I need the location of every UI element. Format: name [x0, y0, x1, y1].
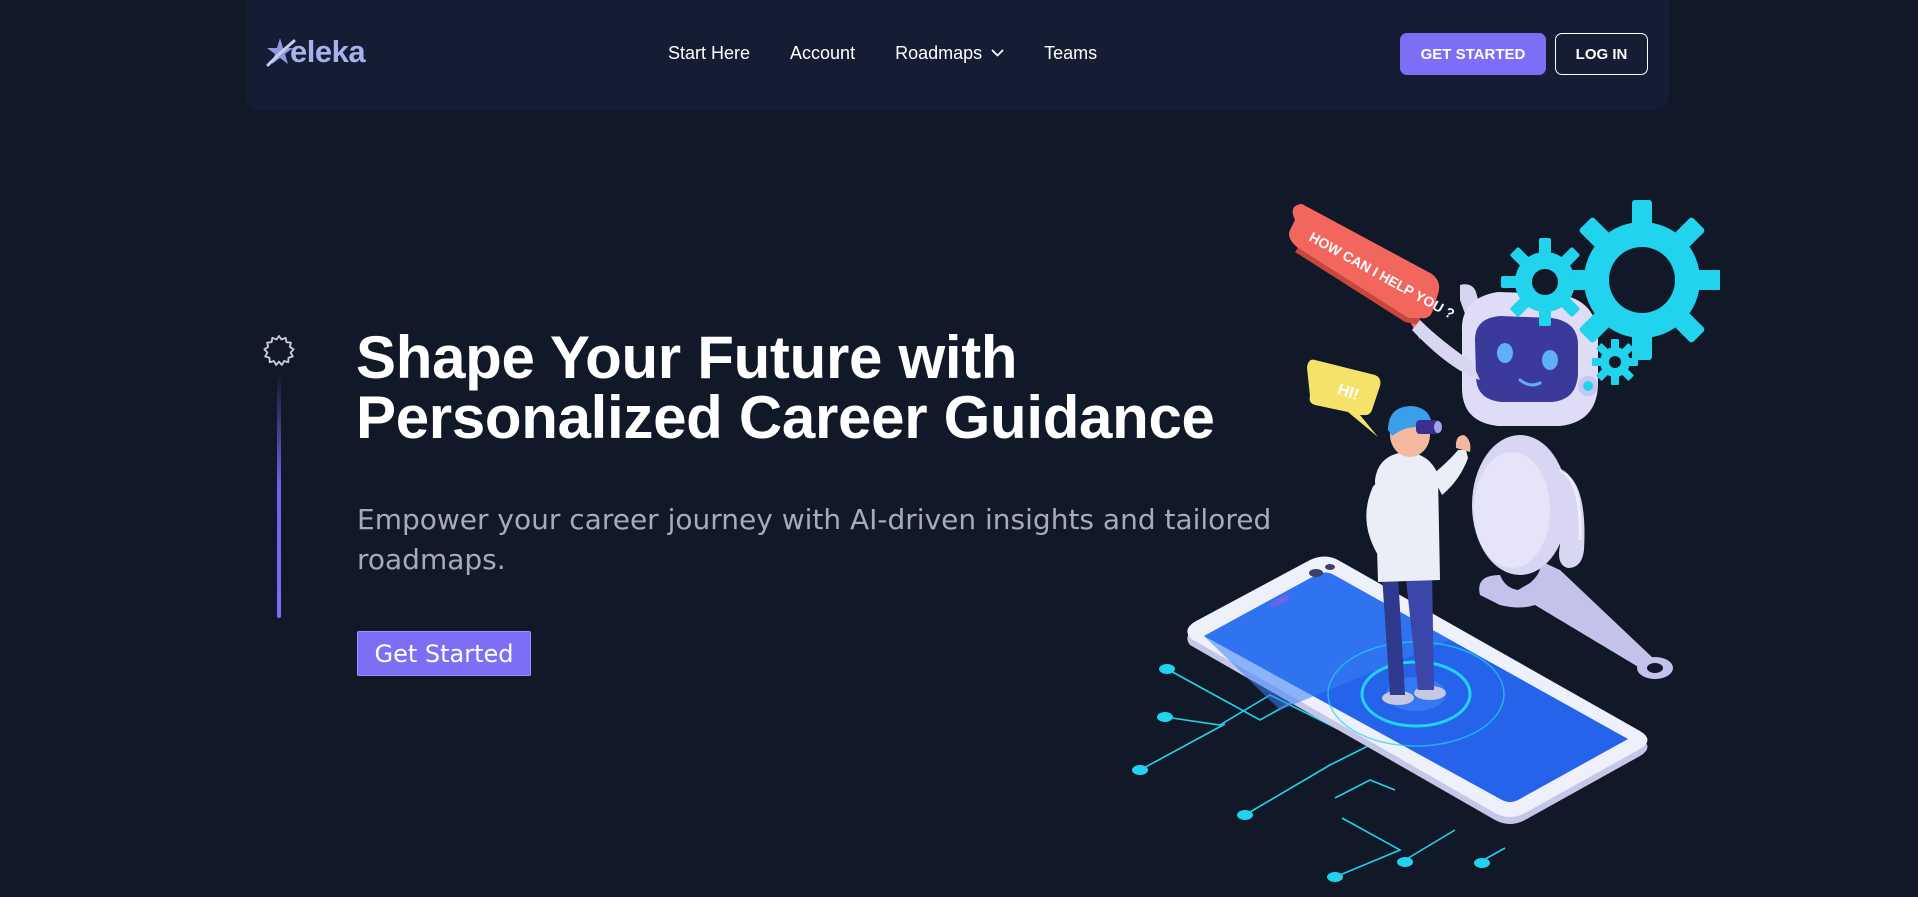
brand-name: eleka [290, 34, 366, 69]
nav-link-account[interactable]: Account [790, 43, 855, 64]
brand-logo[interactable]: eleka [266, 34, 366, 70]
hero-title-line2: Personalized Career Guidance [356, 384, 1215, 451]
hero-get-started-button[interactable]: Get Started [357, 631, 531, 676]
top-navbar: eleka Start Here Account Roadmaps Teams … [246, 0, 1669, 110]
login-button[interactable]: LOG IN [1555, 33, 1648, 75]
get-started-button[interactable]: GET STARTED [1400, 33, 1546, 75]
hi-speech-bubble: HI! [1307, 359, 1381, 437]
nav-link-label: Start Here [668, 42, 751, 63]
nav-link-teams[interactable]: Teams [1044, 43, 1097, 64]
help-bubble-text: HOW CAN I HELP YOU ? [1307, 229, 1458, 322]
gear-outline-icon [263, 335, 295, 366]
chevron-down-icon [991, 49, 1004, 58]
career-robot-illustration: HI! HOW CAN I HELP YOU ? [1132, 200, 1720, 882]
nav-link-label: Teams [1044, 42, 1098, 63]
hero-timeline [262, 333, 296, 618]
nav-link-label: Roadmaps [895, 42, 983, 63]
nav-link-start-here[interactable]: Start Here [668, 43, 750, 64]
nav-link-label: Account [790, 42, 856, 63]
gear-icon-small [1592, 339, 1638, 385]
gear-icon-medium [1501, 238, 1589, 326]
timeline-bar [277, 373, 281, 618]
nav-link-roadmaps[interactable]: Roadmaps [895, 43, 1004, 64]
main-nav: Start Here Account Roadmaps Teams [668, 38, 1137, 68]
hero-title-line1: Shape Your Future with [356, 324, 1018, 391]
